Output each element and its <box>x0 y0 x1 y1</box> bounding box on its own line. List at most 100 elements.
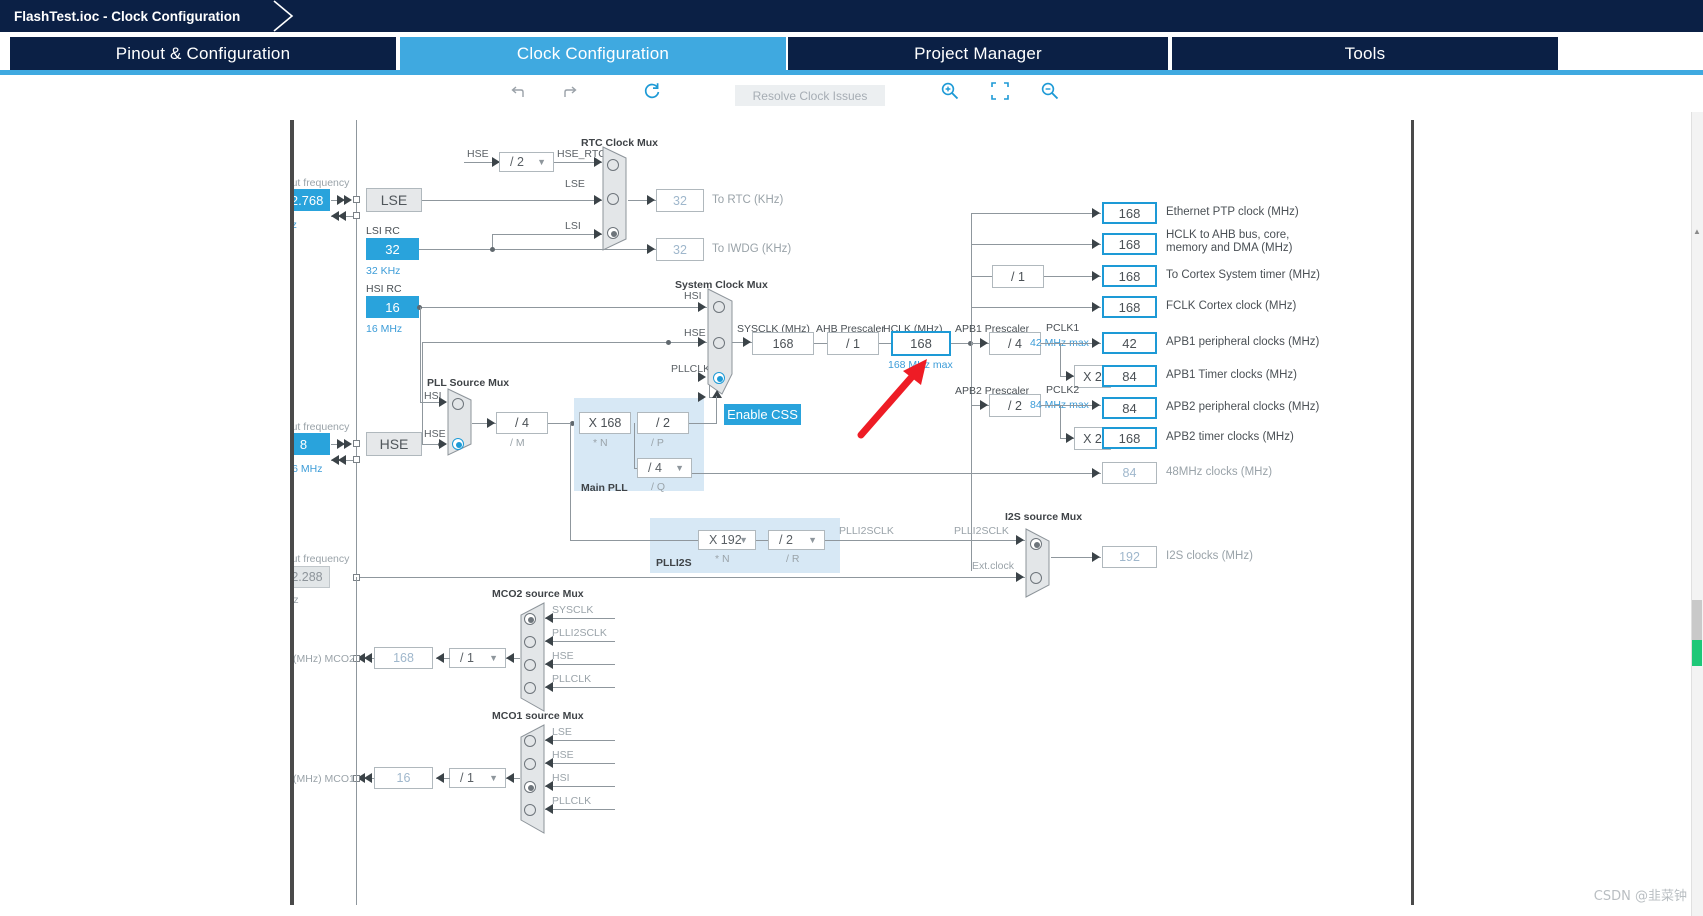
ahb-prescaler-select[interactable]: / 1 <box>827 332 879 355</box>
sysmux-option-hsi[interactable] <box>713 301 725 313</box>
arrow-icon <box>344 195 352 205</box>
rtc-mux-option-lsi[interactable] <box>607 227 619 239</box>
resolve-clock-issues-button[interactable]: Resolve Clock Issues <box>735 85 885 106</box>
i2s-clocks-label: I2S clocks (MHz) <box>1166 550 1253 562</box>
mco1-divider-select[interactable]: / 1 ▼ <box>449 768 506 788</box>
hclk-value-input[interactable]: 168 <box>891 331 951 356</box>
output-value-cortex-timer[interactable]: 168 <box>1102 265 1157 287</box>
tab-tools[interactable]: Tools <box>1172 37 1558 70</box>
vertical-scrollbar[interactable]: ▲ <box>1691 112 1703 916</box>
arrow-icon <box>436 773 444 783</box>
mco1-divider-value: / 1 <box>460 771 474 785</box>
mco2-option-sysclk[interactable] <box>524 613 536 625</box>
mco2-option-hse[interactable] <box>524 659 536 671</box>
wire <box>545 786 615 787</box>
mco2-option-plli2sclk[interactable] <box>524 636 536 648</box>
pll-p-divider[interactable]: / 2 <box>637 412 689 434</box>
redo-icon[interactable] <box>555 81 583 105</box>
pll-q-divider-value: / 4 <box>648 461 662 475</box>
enable-css-button[interactable]: Enable CSS <box>724 404 801 425</box>
scrollbar-thumb-highlight[interactable] <box>1692 640 1702 666</box>
document-title: FlashTest.ioc - Clock Configuration <box>14 8 241 24</box>
i2s-mux-option-plli2sclk[interactable] <box>1030 538 1042 550</box>
output-value-ethernet-ptp[interactable]: 168 <box>1102 202 1157 224</box>
mco1-option-pllclk[interactable] <box>524 804 536 816</box>
pll-q-divider-select[interactable]: / 4 ▼ <box>637 458 692 478</box>
i2s-mux-option-ext-clock[interactable] <box>1030 572 1042 584</box>
junction-dot <box>666 340 671 345</box>
mco1-option-hsi[interactable] <box>524 781 536 793</box>
arrow-icon <box>338 211 346 221</box>
wire <box>356 577 1025 578</box>
pll-source-option-hse[interactable] <box>452 438 464 450</box>
arrow-icon <box>545 613 553 623</box>
zoom-in-icon[interactable] <box>936 79 964 103</box>
hsi-frequency-value: 16 <box>366 296 419 318</box>
chevron-down-icon: ▼ <box>675 463 684 473</box>
hse-frequency-input[interactable]: 8 <box>294 433 330 455</box>
output-value-apb1-peripheral[interactable]: 42 <box>1102 332 1157 354</box>
undo-icon[interactable] <box>505 81 533 105</box>
plli2s-n-select[interactable]: X 192 ▼ <box>698 530 756 550</box>
cortex-timer-divider[interactable]: / 1 <box>992 265 1044 288</box>
wire <box>422 342 423 444</box>
wire <box>492 234 602 235</box>
lse-out-pin <box>353 212 360 219</box>
mco1-option-lse[interactable] <box>524 735 536 747</box>
wire <box>689 423 717 424</box>
lse-block[interactable]: LSE <box>366 188 422 212</box>
plli2s-r-value: / 2 <box>779 533 793 547</box>
output-value-fclk-cortex[interactable]: 168 <box>1102 296 1157 318</box>
to-rtc-label: To RTC (KHz) <box>712 194 784 206</box>
sysmux-option-hse[interactable] <box>713 337 725 349</box>
fit-to-screen-icon[interactable] <box>986 79 1014 103</box>
rtc-hse-divider-select[interactable]: / 2 ▼ <box>499 152 554 172</box>
mco1-output-value: 16 <box>374 767 433 789</box>
sysclk-value: 168 <box>752 332 814 355</box>
arrow-icon <box>545 804 553 814</box>
document-tab[interactable]: FlashTest.ioc - Clock Configuration <box>0 0 280 32</box>
arrow-icon <box>545 758 553 768</box>
wire <box>545 618 615 619</box>
output-label-fclk-cortex: FCLK Cortex clock (MHz) <box>1166 300 1297 312</box>
plli2s-r-select[interactable]: / 2 ▼ <box>768 530 825 550</box>
tab-clock-configuration[interactable]: Clock Configuration <box>400 37 786 70</box>
pll-n-multiplier[interactable]: X 168 <box>579 412 631 434</box>
arrow-icon <box>698 337 706 347</box>
to-iwdg-output: 32 <box>656 238 704 261</box>
chevron-down-icon: ▼ <box>739 535 748 545</box>
chevron-down-icon: ▼ <box>808 535 817 545</box>
arrow-icon <box>506 773 514 783</box>
sysmux-option-pllclk[interactable] <box>713 372 725 384</box>
arrow-icon <box>1016 535 1024 545</box>
mco2-option-pllclk[interactable] <box>524 682 536 694</box>
tab-pinout-configuration[interactable]: Pinout & Configuration <box>10 37 396 70</box>
tab-project-manager[interactable]: Project Manager <box>788 37 1168 70</box>
scroll-up-icon[interactable]: ▲ <box>1692 226 1702 238</box>
arrow-icon <box>647 195 655 205</box>
output-value-apb1-timer[interactable]: 84 <box>1102 365 1157 387</box>
pll-m-divider[interactable]: / 4 <box>496 412 548 434</box>
rtc-mux-option-lse[interactable] <box>607 193 619 205</box>
refresh-icon[interactable] <box>638 79 666 103</box>
mco2-source-mux-title: MCO2 source Mux <box>492 588 584 600</box>
mco2-source-label-pllclk: PLLCLK <box>552 673 592 685</box>
output-value-apb2-peripheral[interactable]: 84 <box>1102 397 1157 419</box>
output-value-apb2-timer[interactable]: 168 <box>1102 427 1157 449</box>
plli2s-n-value: X 192 <box>709 533 742 547</box>
wire <box>545 641 615 642</box>
hse-block[interactable]: HSE <box>366 432 422 456</box>
i2s-clocks-output: 192 <box>1102 546 1157 568</box>
mco2-divider-select[interactable]: / 1 ▼ <box>449 648 506 668</box>
mco1-option-hse[interactable] <box>524 758 536 770</box>
wire <box>419 307 707 308</box>
clock-diagram-canvas[interactable]: Input frequency 32.768 KHz LSE RTC Clock… <box>290 120 1414 905</box>
pclk1-label: PCLK1 <box>1046 322 1080 334</box>
zoom-out-icon[interactable] <box>1036 79 1064 103</box>
arrow-icon <box>1092 271 1100 281</box>
rtc-mux-option-hse[interactable] <box>607 159 619 171</box>
wire <box>1060 405 1061 438</box>
output-value-hclk-ahb[interactable]: 168 <box>1102 233 1157 255</box>
lse-frequency-input[interactable]: 32.768 <box>294 189 330 211</box>
pll-source-option-hsi[interactable] <box>452 398 464 410</box>
